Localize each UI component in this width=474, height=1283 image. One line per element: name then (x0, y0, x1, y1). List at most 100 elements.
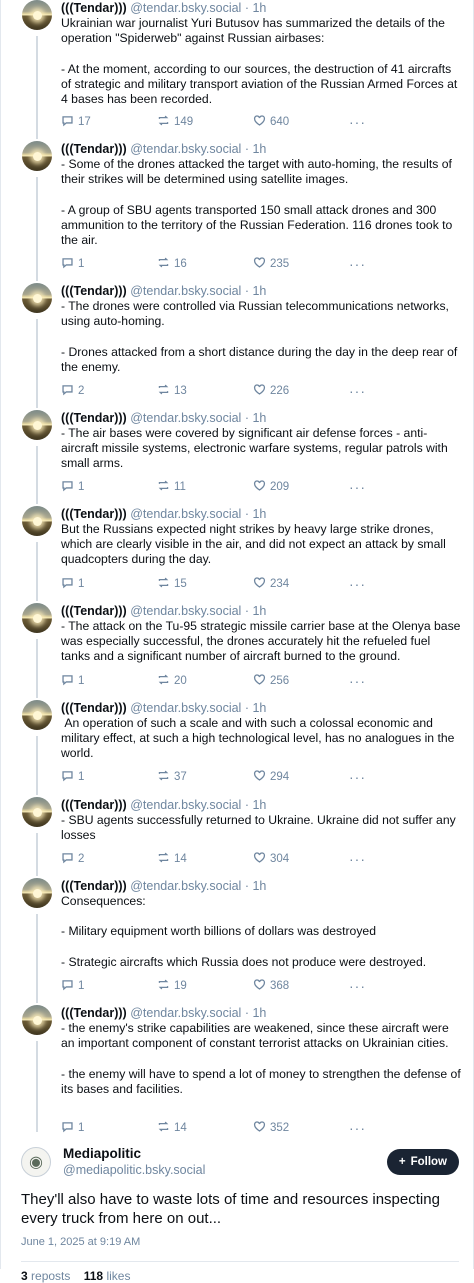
avatar[interactable] (22, 0, 52, 30)
thread-post[interactable]: (((Tendar))) @tendar.bsky.social · 1h - T… (1, 283, 473, 408)
avatar[interactable] (22, 283, 52, 313)
avatar[interactable] (22, 1005, 52, 1035)
author-handle[interactable]: @tendar.bsky.social (130, 284, 241, 298)
reply-button[interactable]: 1 (61, 1120, 157, 1136)
like-button[interactable]: 226 (253, 383, 349, 399)
likes-count[interactable]: 118 (84, 1269, 103, 1283)
post-time[interactable]: 1h (252, 798, 266, 812)
more-options-button[interactable]: ··· (349, 479, 369, 495)
repost-button[interactable]: 14 (157, 851, 253, 867)
author-name[interactable]: (((Tendar))) (61, 701, 127, 715)
reply-button[interactable]: 1 (61, 479, 157, 495)
more-options-button[interactable]: ··· (349, 114, 369, 130)
author-handle[interactable]: @tendar.bsky.social (130, 1, 241, 15)
author-name[interactable]: (((Tendar))) (61, 798, 127, 812)
post-time[interactable]: 1h (252, 507, 266, 521)
post-time[interactable]: 1h (252, 604, 266, 618)
like-button[interactable]: 294 (253, 769, 349, 785)
more-options-button[interactable]: ··· (349, 673, 369, 689)
author-handle[interactable]: @tendar.bsky.social (130, 798, 241, 812)
like-button[interactable]: 304 (253, 851, 349, 867)
thread-post[interactable]: (((Tendar))) @tendar.bsky.social · 1h - T… (1, 410, 473, 504)
author-handle[interactable]: @tendar.bsky.social (130, 879, 241, 893)
author-handle[interactable]: @tendar.bsky.social (130, 411, 241, 425)
avatar[interactable] (22, 797, 52, 827)
author-handle[interactable]: @tendar.bsky.social (130, 604, 241, 618)
repost-button[interactable]: 15 (157, 576, 253, 592)
author-handle[interactable]: @tendar.bsky.social (130, 701, 241, 715)
reply-button[interactable]: 1 (61, 769, 157, 785)
reply-button[interactable]: 1 (61, 576, 157, 592)
repost-button[interactable]: 16 (157, 256, 253, 272)
post-time[interactable]: 1h (252, 411, 266, 425)
avatar[interactable] (22, 603, 52, 633)
like-button[interactable]: 234 (253, 576, 349, 592)
author-name[interactable]: (((Tendar))) (61, 879, 127, 893)
post-time[interactable]: 1h (252, 879, 266, 893)
more-options-button[interactable]: ··· (349, 383, 369, 399)
reply-button[interactable]: 17 (61, 114, 157, 130)
reply-button[interactable]: 2 (61, 383, 157, 399)
author-name[interactable]: Mediapolitic (63, 1146, 387, 1162)
reply-button[interactable]: 1 (61, 256, 157, 272)
author-name[interactable]: (((Tendar))) (61, 507, 127, 521)
reposts-label[interactable]: reposts (31, 1269, 70, 1283)
repost-button[interactable]: 14 (157, 1120, 253, 1136)
like-button[interactable]: 209 (253, 479, 349, 495)
author-handle[interactable]: @tendar.bsky.social (130, 142, 241, 156)
thread-post[interactable]: (((Tendar))) @tendar.bsky.social · 1h But… (1, 506, 473, 601)
post-time[interactable]: 1h (252, 701, 266, 715)
thread-post[interactable]: (((Tendar))) @tendar.bsky.social · 1h - S… (1, 141, 473, 281)
avatar[interactable] (22, 141, 52, 171)
post-time[interactable]: 1h (252, 284, 266, 298)
reply-button[interactable]: 2 (61, 851, 157, 867)
repost-button[interactable]: 149 (157, 114, 253, 130)
thread-post[interactable]: (((Tendar))) @tendar.bsky.social · 1h - S… (1, 797, 473, 876)
follow-button[interactable]: + Follow (386, 1149, 459, 1175)
thread-post[interactable]: (((Tendar))) @tendar.bsky.social · 1h Con… (1, 878, 473, 1003)
author-handle[interactable]: @tendar.bsky.social (130, 507, 241, 521)
thread-post[interactable]: (((Tendar))) @tendar.bsky.social · 1h An… (1, 700, 473, 795)
avatar[interactable] (22, 700, 52, 730)
more-options-button[interactable]: ··· (349, 1120, 369, 1136)
avatar[interactable] (22, 878, 52, 908)
thread-post[interactable]: (((Tendar))) @tendar.bsky.social · 1h - t… (1, 1005, 473, 1136)
author-name[interactable]: (((Tendar))) (61, 1, 127, 15)
reposts-count[interactable]: 3 (21, 1269, 28, 1283)
more-options-button[interactable]: ··· (349, 576, 369, 592)
repost-button[interactable]: 19 (157, 978, 253, 994)
like-count: 640 (270, 116, 290, 128)
author-handle[interactable]: @tendar.bsky.social (130, 1006, 241, 1020)
avatar[interactable] (22, 410, 52, 440)
reply-button[interactable]: 1 (61, 673, 157, 689)
post-timestamp[interactable]: June 1, 2025 at 9:19 AM (21, 1236, 459, 1248)
repost-button[interactable]: 11 (157, 479, 253, 495)
like-button[interactable]: 235 (253, 256, 349, 272)
repost-button[interactable]: 13 (157, 383, 253, 399)
more-options-button[interactable]: ··· (349, 256, 369, 272)
like-button[interactable]: 640 (253, 114, 349, 130)
more-options-button[interactable]: ··· (349, 978, 369, 994)
reply-button[interactable]: 1 (61, 978, 157, 994)
post-time[interactable]: 1h (252, 142, 266, 156)
more-options-button[interactable]: ··· (349, 851, 369, 867)
author-name[interactable]: (((Tendar))) (61, 411, 127, 425)
more-options-button[interactable]: ··· (349, 769, 369, 785)
author-name[interactable]: (((Tendar))) (61, 604, 127, 618)
post-time[interactable]: 1h (252, 1006, 266, 1020)
author-handle[interactable]: @mediapolitic.bsky.social (63, 1162, 387, 1178)
repost-button[interactable]: 20 (157, 673, 253, 689)
like-button[interactable]: 352 (253, 1120, 349, 1136)
thread-post[interactable]: (((Tendar))) @tendar.bsky.social · 1h Ukr… (1, 0, 473, 139)
post-time[interactable]: 1h (252, 1, 266, 15)
like-button[interactable]: 368 (253, 978, 349, 994)
avatar[interactable]: ◉ (21, 1147, 51, 1177)
repost-button[interactable]: 37 (157, 769, 253, 785)
like-button[interactable]: 256 (253, 673, 349, 689)
author-name[interactable]: (((Tendar))) (61, 284, 127, 298)
author-name[interactable]: (((Tendar))) (61, 1006, 127, 1020)
avatar[interactable] (22, 506, 52, 536)
thread-post[interactable]: (((Tendar))) @tendar.bsky.social · 1h - T… (1, 603, 473, 698)
author-name[interactable]: (((Tendar))) (61, 142, 127, 156)
likes-label[interactable]: likes (106, 1269, 130, 1283)
